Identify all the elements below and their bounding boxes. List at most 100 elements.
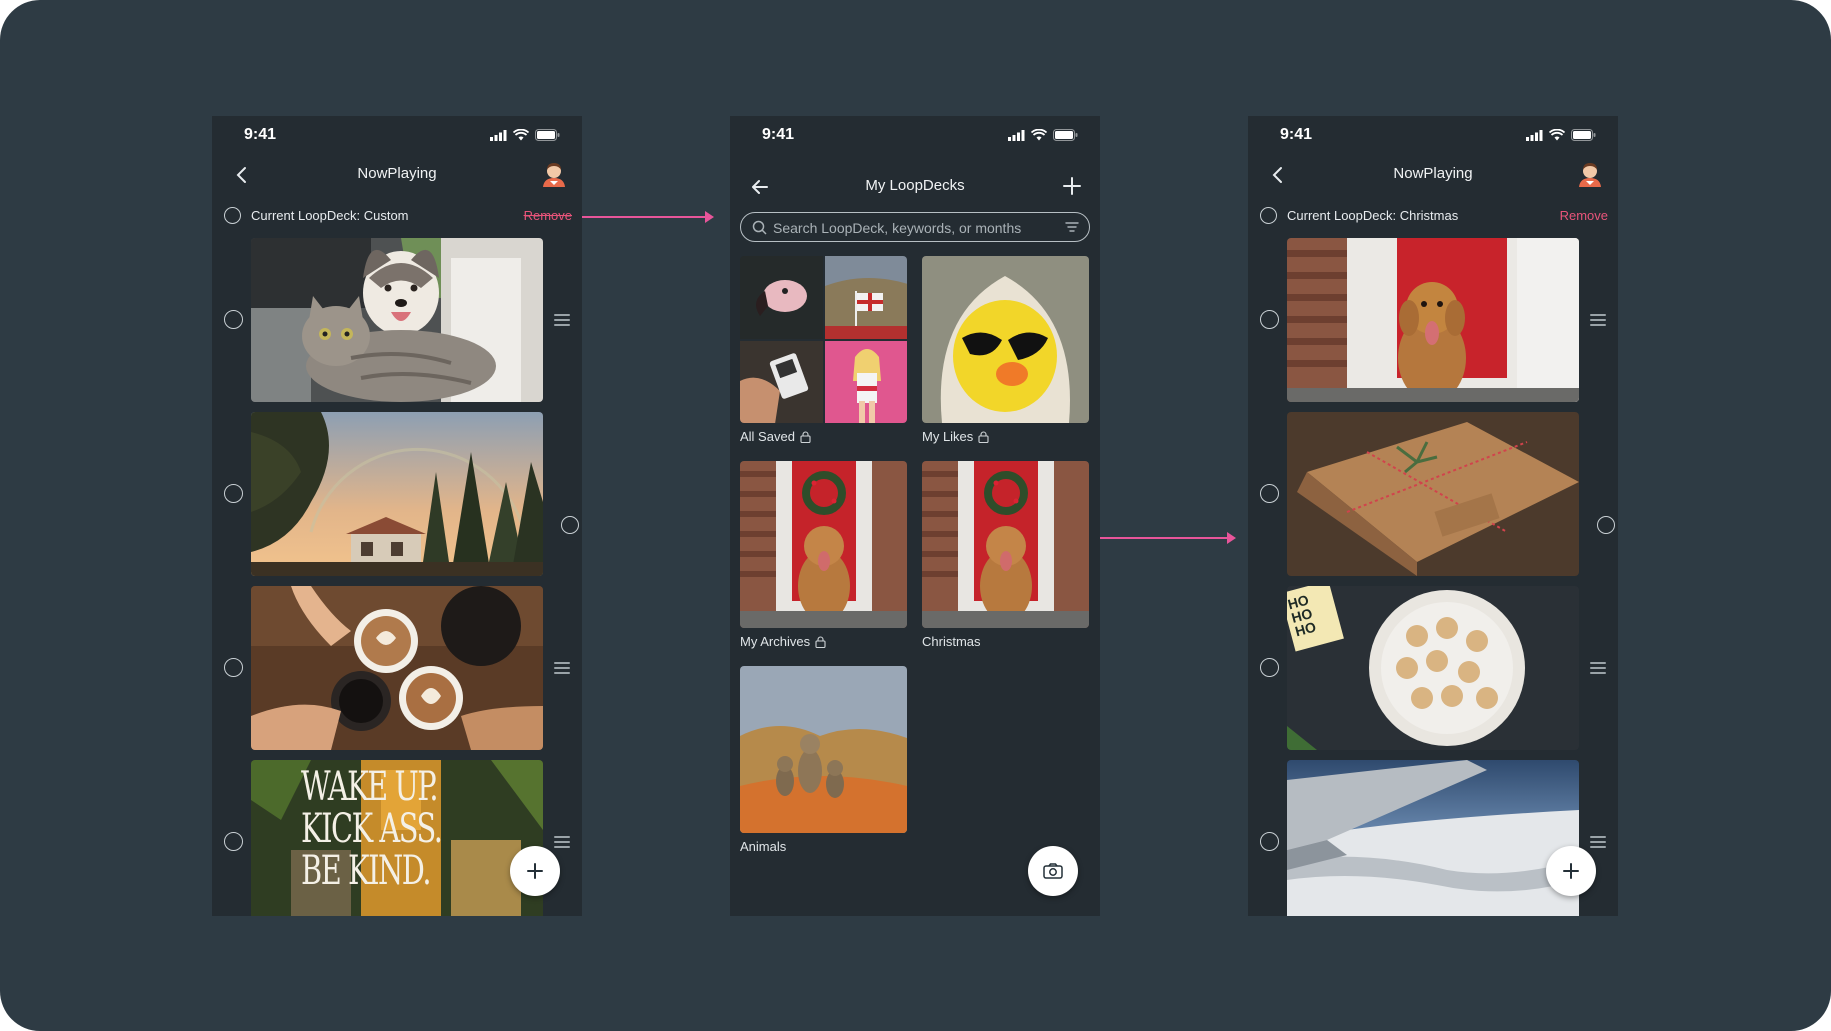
deck-thumbnail xyxy=(740,256,907,423)
deck-name: All Saved xyxy=(740,429,795,444)
nav-bar: NowPlaying xyxy=(212,154,582,194)
photo-dog-red-door[interactable] xyxy=(1287,238,1579,402)
deck-tile-animals[interactable]: Animals xyxy=(740,666,907,854)
photo-airplane-wing-snow[interactable] xyxy=(1287,760,1579,916)
deck-thumbnail xyxy=(740,666,907,833)
deck-name-row: Animals xyxy=(740,839,907,854)
lock-icon xyxy=(815,635,826,648)
photo-wrapped-gift[interactable] xyxy=(1287,412,1579,576)
battery-icon xyxy=(1571,129,1596,141)
signal-icon xyxy=(1008,129,1025,141)
signal-icon xyxy=(1526,129,1543,141)
presentation-canvas: 9:41 NowPlaying Current LoopDeck: Custom… xyxy=(0,0,1831,1031)
avatar-icon[interactable] xyxy=(1576,160,1604,188)
poster-line-1: WAKE UP. xyxy=(301,764,439,810)
side-select-radio[interactable] xyxy=(1597,516,1615,534)
filter-icon[interactable] xyxy=(1065,221,1079,233)
deck-name: Christmas xyxy=(922,634,981,649)
thumb-flamingo xyxy=(740,256,823,339)
drag-handle-icon[interactable] xyxy=(1590,662,1606,674)
wifi-icon xyxy=(513,129,529,141)
deck-tile-my-likes[interactable]: My Likes xyxy=(922,256,1089,444)
photo-husky-and-cat[interactable] xyxy=(251,238,543,402)
photo-row: HO HO HO xyxy=(1248,586,1618,750)
search-icon xyxy=(752,220,767,235)
status-bar: 9:41 xyxy=(212,116,582,156)
remove-button[interactable]: Remove xyxy=(1560,208,1608,223)
photo-select-radio[interactable] xyxy=(1260,658,1279,677)
lock-icon xyxy=(800,430,811,443)
flow-arrow-middle xyxy=(1090,532,1236,544)
battery-icon xyxy=(535,129,560,141)
photo-select-radio[interactable] xyxy=(224,310,243,329)
photo-select-radio[interactable] xyxy=(224,484,243,503)
page-title: NowPlaying xyxy=(357,165,437,182)
photo-latte-cheers[interactable] xyxy=(251,586,543,750)
now-playing-screen-custom: 9:41 NowPlaying Current LoopDeck: Custom… xyxy=(212,116,582,916)
wifi-icon xyxy=(1031,129,1047,141)
page-title: NowPlaying xyxy=(1393,165,1473,182)
nav-bar: NowPlaying xyxy=(1248,154,1618,194)
deck-name-row: All Saved xyxy=(740,429,907,444)
photo-row xyxy=(212,238,582,402)
wifi-icon xyxy=(1549,129,1565,141)
photo-row xyxy=(212,586,582,750)
current-deck-row: Current LoopDeck: Christmas Remove xyxy=(1248,204,1618,226)
photo-sunset-rainbow-trees[interactable] xyxy=(251,412,543,576)
deck-thumbnail xyxy=(922,461,1089,628)
drag-handle-icon[interactable] xyxy=(1590,314,1606,326)
deck-tile-my-archives[interactable]: My Archives xyxy=(740,461,907,649)
photo-select-radio[interactable] xyxy=(224,658,243,677)
deck-tile-christmas[interactable]: Christmas xyxy=(922,461,1089,649)
camera-icon xyxy=(1043,863,1063,879)
drag-handle-icon[interactable] xyxy=(1590,836,1606,848)
deck-name: My Likes xyxy=(922,429,974,444)
side-select-radio[interactable] xyxy=(561,516,579,534)
status-icons xyxy=(1008,129,1078,141)
drag-handle-icon[interactable] xyxy=(554,662,570,674)
thumb-flag-hill xyxy=(824,256,907,339)
thumb-hands-gameboy xyxy=(740,340,823,423)
page-title: My LoopDecks xyxy=(865,177,965,194)
my-loopdecks-screen: 9:41 My LoopDecks Search LoopDeck, keywo… xyxy=(730,116,1100,916)
photo-select-radio[interactable] xyxy=(1260,484,1279,503)
photo-select-radio[interactable] xyxy=(1260,310,1279,329)
deck-name-row: My Archives xyxy=(740,634,907,649)
photo-select-radio[interactable] xyxy=(224,832,243,851)
deck-thumbnail xyxy=(740,461,907,628)
status-bar: 9:41 xyxy=(1248,116,1618,156)
photo-wake-up-poster[interactable]: WAKE UP. KICK ASS. BE KIND. xyxy=(251,760,543,916)
current-deck-label: Current LoopDeck: Christmas xyxy=(1287,208,1459,223)
remove-button[interactable]: Remove xyxy=(524,208,572,223)
plus-icon xyxy=(527,863,543,879)
nav-bar: My LoopDecks xyxy=(730,166,1100,206)
add-deck-plus-icon[interactable] xyxy=(1058,172,1086,200)
deck-select-radio[interactable] xyxy=(1260,207,1277,224)
avatar-icon[interactable] xyxy=(540,160,568,188)
search-input[interactable]: Search LoopDeck, keywords, or months xyxy=(740,212,1090,242)
lock-icon xyxy=(978,430,989,443)
add-photo-button[interactable] xyxy=(1546,846,1596,896)
camera-button[interactable] xyxy=(1028,846,1078,896)
current-deck-label: Current LoopDeck: Custom xyxy=(251,208,409,223)
photo-gingerbread-cookies[interactable]: HO HO HO xyxy=(1287,586,1579,750)
plus-icon xyxy=(1563,863,1579,879)
deck-name-row: Christmas xyxy=(922,634,1089,649)
battery-icon xyxy=(1053,129,1078,141)
drag-handle-icon[interactable] xyxy=(554,314,570,326)
status-time: 9:41 xyxy=(244,126,277,143)
deck-tile-all-saved[interactable]: All Saved xyxy=(740,256,907,444)
current-deck-row: Current LoopDeck: Custom Remove xyxy=(212,204,582,226)
status-icons xyxy=(490,129,560,141)
status-icons xyxy=(1526,129,1596,141)
now-playing-screen-christmas: 9:41 NowPlaying Current LoopDeck: Christ… xyxy=(1248,116,1618,916)
status-time: 9:41 xyxy=(1280,126,1313,143)
add-photo-button[interactable] xyxy=(510,846,560,896)
deck-thumbnail xyxy=(922,256,1089,423)
deck-select-radio[interactable] xyxy=(224,207,241,224)
deck-name-row: My Likes xyxy=(922,429,1089,444)
signal-icon xyxy=(490,129,507,141)
drag-handle-icon[interactable] xyxy=(554,836,570,848)
photo-select-radio[interactable] xyxy=(1260,832,1279,851)
photo-row xyxy=(1248,238,1618,402)
